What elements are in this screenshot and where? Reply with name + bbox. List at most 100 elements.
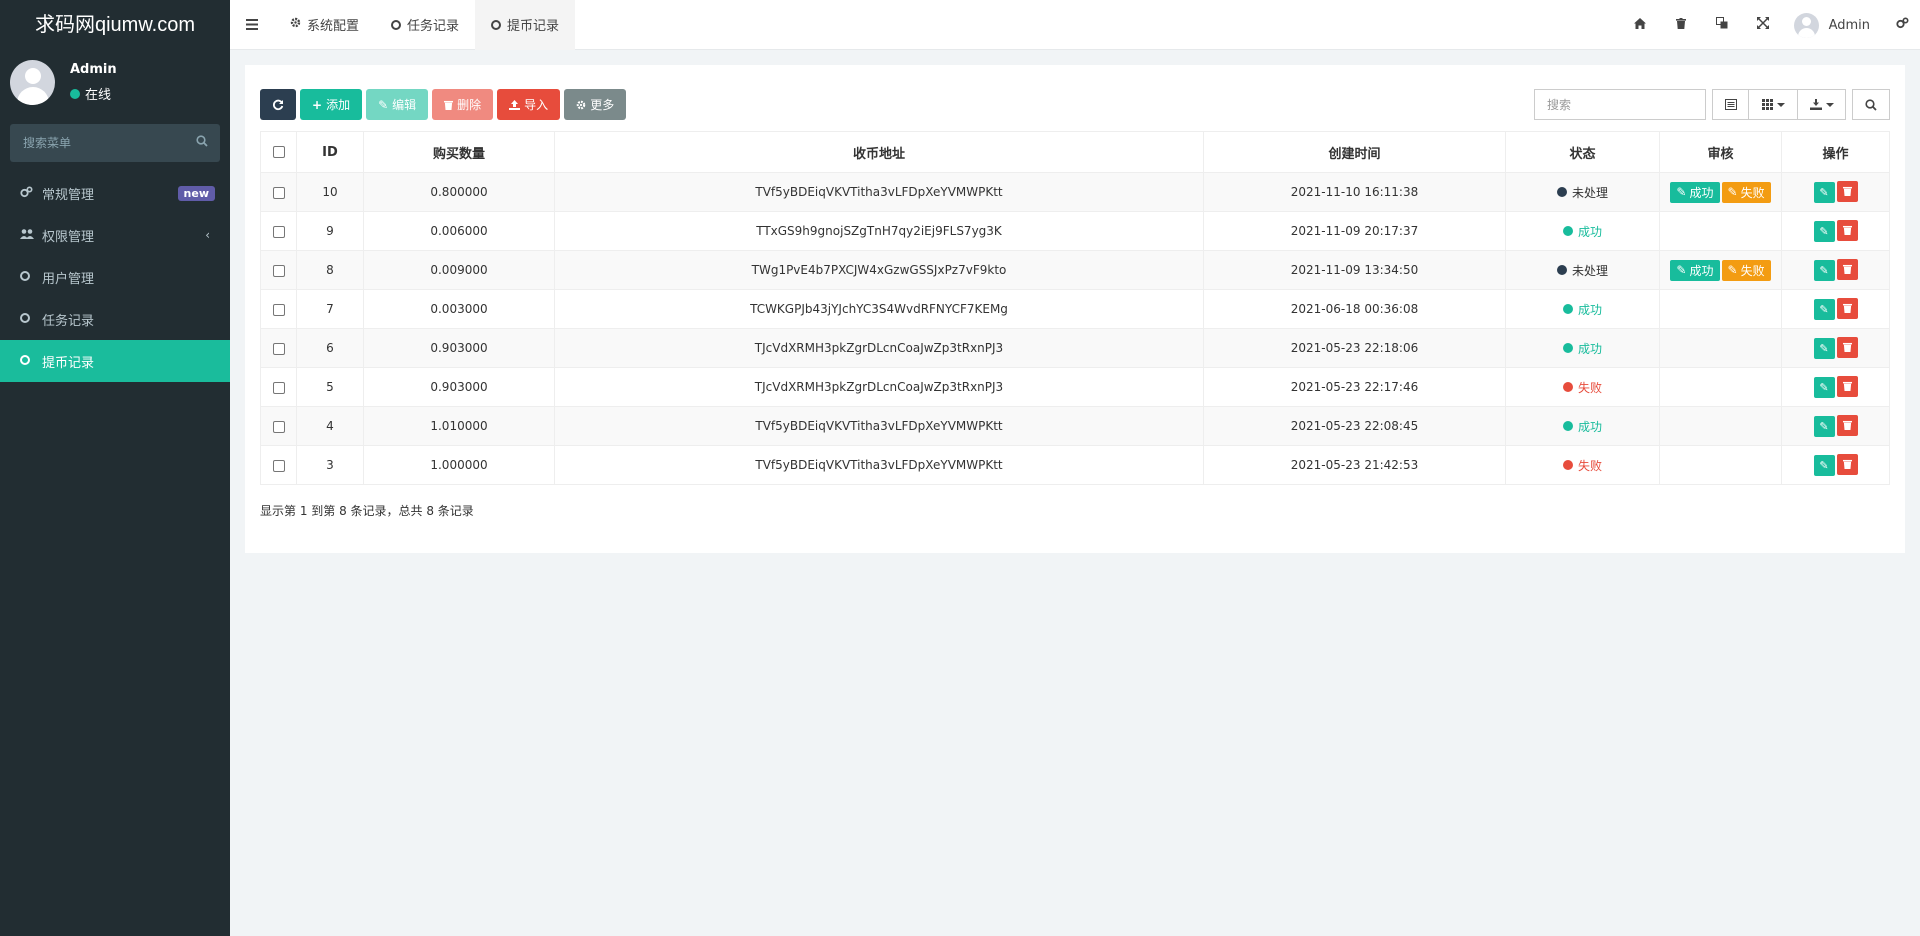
row-delete-button[interactable] [1836, 453, 1858, 475]
status-dot-icon [1562, 460, 1573, 470]
advanced-search-button[interactable] [1852, 89, 1890, 120]
tab-system-config[interactable]: 系统配置 [274, 0, 375, 50]
table-search-input[interactable] [1535, 90, 1705, 119]
th-amount[interactable]: 购买数量 [363, 131, 555, 173]
audit-fail-button[interactable]: ✎ 失败 [1721, 259, 1771, 281]
add-button-label: 添加 [326, 98, 351, 112]
top-user-menu[interactable]: Admin [1784, 12, 1884, 38]
cell-status: 成功 [1505, 289, 1660, 329]
sidebar-item-users[interactable]: 用户管理 [0, 256, 230, 298]
row-delete-button[interactable] [1836, 297, 1858, 319]
caret-down-icon [1776, 102, 1785, 107]
table-row[interactable]: 8 0.009000 TWg1PvE4b7PXCJW4xGzwGSSJxPz7v… [260, 250, 1890, 290]
audit-success-label: 成功 [1689, 185, 1714, 200]
pencil-icon: ✎ [1819, 420, 1829, 434]
language-icon[interactable] [1702, 17, 1743, 33]
table-row[interactable]: 7 0.003000 TCWKGPJb43jYJchYC3S4WvdRFNYCF… [260, 289, 1890, 329]
status-label: 成功 [1577, 419, 1602, 434]
th-id[interactable]: ID [296, 131, 364, 173]
row-checkbox[interactable] [272, 303, 285, 316]
audit-success-button[interactable]: ✎ 成功 [1670, 181, 1720, 203]
cell-operate: ✎ [1781, 445, 1890, 485]
cell-address: TTxGS9h9gnojSZgTnH7qy2iEj9FLS7yg3K [554, 211, 1204, 251]
sidebar-item-general[interactable]: 常规管理 new [0, 172, 230, 214]
row-delete-button[interactable] [1836, 219, 1858, 241]
chevron-left-icon: ‹ [205, 228, 210, 242]
sidebar-search-input[interactable] [10, 124, 220, 162]
toggle-view-button[interactable] [1712, 89, 1749, 120]
row-edit-button[interactable]: ✎ [1813, 416, 1835, 438]
audit-success-button[interactable]: ✎ 成功 [1670, 259, 1720, 281]
sidebar-item-withdrawals[interactable]: 提币记录 [0, 340, 230, 382]
trash-icon [1842, 343, 1852, 353]
row-checkbox[interactable] [272, 225, 285, 238]
table-row[interactable]: 9 0.006000 TTxGS9h9gnojSZgTnH7qy2iEj9FLS… [260, 211, 1890, 251]
select-all-checkbox[interactable] [272, 146, 285, 158]
circle-icon [491, 19, 502, 30]
topbar-right: Admin [1620, 0, 1920, 50]
th-created[interactable]: 创建时间 [1203, 131, 1506, 173]
cell-address: TJcVdXRMH3pkZgrDLcnCoaJwZp3tRxnPJ3 [554, 367, 1204, 407]
row-delete-button[interactable] [1836, 375, 1858, 397]
more-button[interactable]: 更多 [564, 89, 627, 120]
sidebar-item-permission[interactable]: 权限管理 ‹ [0, 214, 230, 256]
row-checkbox[interactable] [272, 186, 285, 199]
refresh-button[interactable] [260, 89, 296, 120]
row-edit-button[interactable]: ✎ [1813, 221, 1835, 243]
logo[interactable]: 求码网qiumw.com [0, 0, 230, 50]
circle-icon [20, 313, 30, 323]
avatar [1793, 12, 1819, 38]
columns-button[interactable] [1748, 89, 1798, 120]
menu-toggle-icon[interactable] [230, 15, 274, 34]
delete-button[interactable]: 删除 [432, 89, 494, 120]
row-delete-button[interactable] [1836, 258, 1858, 280]
table-row[interactable]: 6 0.903000 TJcVdXRMH3pkZgrDLcnCoaJwZp3tR… [260, 328, 1890, 368]
row-delete-button[interactable] [1836, 336, 1858, 358]
pencil-icon: ✎ [1819, 381, 1829, 395]
tab-task-records[interactable]: 任务记录 [375, 0, 475, 50]
row-edit-button[interactable]: ✎ [1813, 299, 1835, 321]
row-delete-button[interactable] [1836, 414, 1858, 436]
row-checkbox[interactable] [272, 381, 285, 394]
import-button[interactable]: 导入 [497, 89, 561, 120]
cogs-icon[interactable] [1884, 17, 1920, 33]
cell-created: 2021-11-09 13:34:50 [1203, 250, 1506, 290]
circle-icon [20, 271, 30, 281]
row-edit-button[interactable]: ✎ [1813, 260, 1835, 282]
sidebar-item-tasks[interactable]: 任务记录 [0, 298, 230, 340]
row-checkbox[interactable] [272, 459, 285, 472]
table-row[interactable]: 3 1.000000 TVf5yBDEiqVKVTitha3vLFDpXeYVM… [260, 445, 1890, 485]
row-checkbox[interactable] [272, 264, 285, 277]
search-icon[interactable] [196, 135, 208, 150]
table-row[interactable]: 5 0.903000 TJcVdXRMH3pkZgrDLcnCoaJwZp3tR… [260, 367, 1890, 407]
cell-id: 5 [296, 367, 364, 407]
row-edit-button[interactable]: ✎ [1813, 182, 1835, 204]
cell-id: 10 [296, 172, 364, 212]
export-button[interactable] [1797, 89, 1846, 120]
avatar [10, 60, 55, 105]
fullscreen-icon[interactable] [1743, 17, 1784, 33]
tab-withdraw-records[interactable]: 提币记录 [475, 0, 576, 50]
row-edit-button[interactable]: ✎ [1813, 377, 1835, 399]
table-search [1534, 89, 1706, 120]
audit-success-label: 成功 [1689, 263, 1714, 278]
th-status[interactable]: 状态 [1505, 131, 1660, 173]
audit-fail-button[interactable]: ✎ 失败 [1721, 181, 1771, 203]
row-checkbox[interactable] [272, 342, 285, 355]
status-label: 未处理 [1571, 185, 1608, 200]
trash-icon[interactable] [1661, 17, 1702, 33]
th-address[interactable]: 收币地址 [554, 131, 1204, 173]
row-checkbox[interactable] [272, 420, 285, 433]
table-row[interactable]: 4 1.010000 TVf5yBDEiqVKVTitha3vLFDpXeYVM… [260, 406, 1890, 446]
row-edit-button[interactable]: ✎ [1813, 338, 1835, 360]
add-button[interactable]: + 添加 [300, 89, 363, 120]
cell-created: 2021-05-23 21:42:53 [1203, 445, 1506, 485]
row-delete-button[interactable] [1836, 180, 1858, 202]
edit-button[interactable]: ✎ 编辑 [366, 89, 429, 120]
table-row[interactable]: 10 0.800000 TVf5yBDEiqVKVTitha3vLFDpXeYV… [260, 172, 1890, 212]
cell-audit [1659, 289, 1782, 329]
row-edit-button[interactable]: ✎ [1813, 455, 1835, 477]
home-icon[interactable] [1620, 17, 1661, 33]
magic-icon: ✎ [1727, 263, 1738, 277]
topbar: 系统配置 任务记录 提币记录 Admin [230, 0, 1920, 50]
